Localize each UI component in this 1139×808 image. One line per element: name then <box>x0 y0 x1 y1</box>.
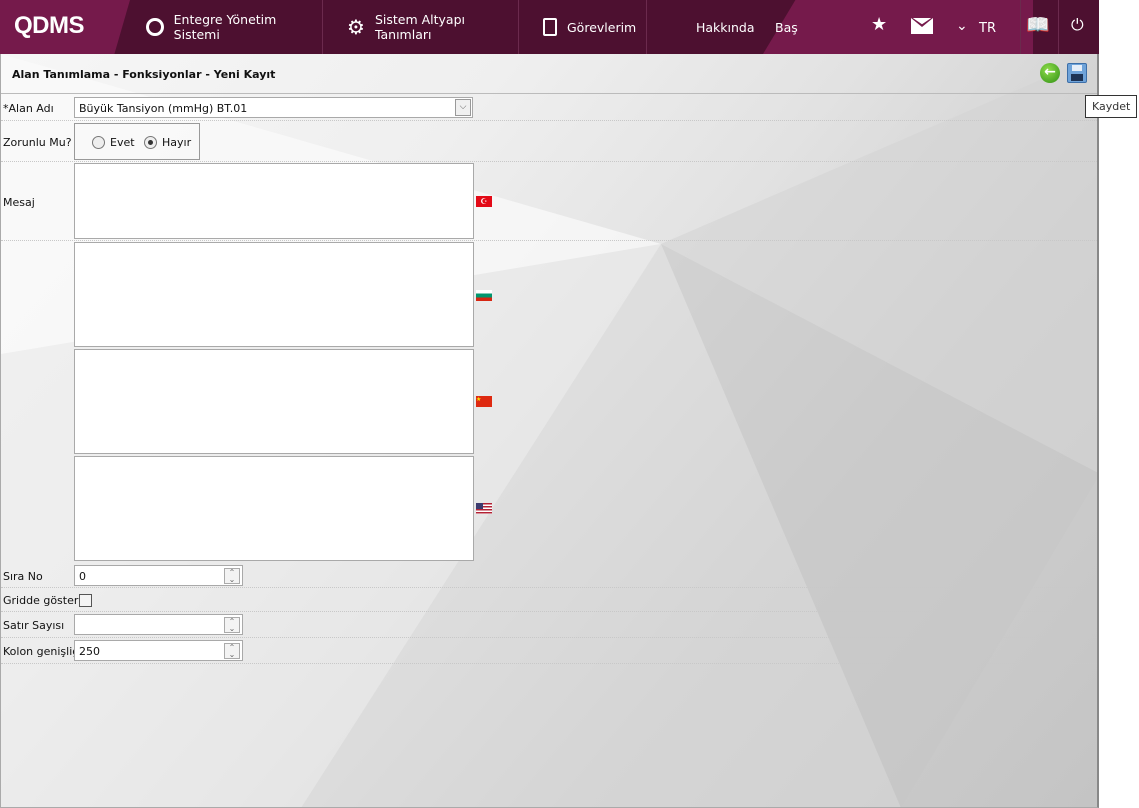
sira-no-value: 0 <box>79 570 86 583</box>
back-arrow-icon[interactable]: ← <box>1040 63 1060 83</box>
evet-radio[interactable] <box>92 136 105 149</box>
star-icon[interactable]: ★ <box>871 14 887 35</box>
kolon-value: 250 <box>79 645 100 658</box>
mesaj-bg-textarea[interactable] <box>74 242 474 347</box>
kolon-input[interactable]: 250 ⌃ ⌄ <box>74 640 243 661</box>
nav-sistem-altyapi[interactable]: ⚙ Sistem Altyapı Tanımları <box>323 0 519 54</box>
hayir-label: Hayır <box>162 136 192 149</box>
qdms-logo[interactable]: QDMS <box>14 12 85 40</box>
nav-gorevlerim[interactable]: Görevlerim <box>519 0 647 54</box>
language-selector[interactable]: TR <box>979 21 996 36</box>
chevron-down-icon[interactable]: ⌄ <box>956 18 968 34</box>
start-link[interactable]: Baş <box>775 20 798 35</box>
satir-label: Satır Sayısı <box>3 619 65 632</box>
hayir-radio[interactable] <box>144 136 157 149</box>
top-navbar: QDMS Entegre Yönetim Sistemi ⚙ Sistem Al… <box>0 0 1099 54</box>
mesaj-cn-textarea[interactable] <box>74 349 474 454</box>
spinner-icon[interactable]: ⌃ ⌄ <box>224 568 240 584</box>
divider <box>1058 0 1059 54</box>
page-title: Alan Tanımlama - Fonksiyonlar - Yeni Kay… <box>12 68 276 81</box>
bulgaria-flag-icon <box>476 290 492 301</box>
nav-label: Görevlerim <box>567 19 637 35</box>
nav-entegre[interactable]: Entegre Yönetim Sistemi <box>122 0 323 54</box>
zorunlu-label: Zorunlu Mu? <box>3 136 72 149</box>
about-link[interactable]: Hakkında <box>696 20 755 35</box>
gridde-checkbox[interactable] <box>79 594 92 607</box>
turkey-flag-icon: ☪ <box>476 196 492 207</box>
alan-adi-value: Büyük Tansiyon (mmHg) BT.01 <box>79 102 248 115</box>
us-flag-icon <box>476 503 492 514</box>
mesaj-label: Mesaj <box>3 196 35 209</box>
q-logo-icon <box>146 18 164 36</box>
china-flag-icon: ★ <box>476 396 492 407</box>
nav-label: Sistem Altyapı Tanımları <box>374 12 465 42</box>
divider <box>1020 0 1021 54</box>
evet-label: Evet <box>110 136 135 149</box>
kolon-label: Kolon genişliği <box>3 645 83 658</box>
mail-icon[interactable] <box>911 18 933 34</box>
tooltip: Kaydet <box>1085 95 1138 118</box>
manual-book-icon[interactable]: 📖 <box>1026 13 1050 36</box>
gear-icon: ⚙ <box>347 15 365 39</box>
clipboard-icon <box>543 18 557 36</box>
spinner-icon[interactable]: ⌃ ⌄ <box>224 617 240 633</box>
mesaj-tr-textarea[interactable] <box>74 163 474 239</box>
zorunlu-radio-group: Evet Hayır <box>74 123 200 160</box>
sira-no-label: Sıra No <box>3 570 43 583</box>
save-disk-icon[interactable] <box>1067 63 1087 83</box>
spinner-icon[interactable]: ⌃ ⌄ <box>224 643 240 659</box>
alan-adi-select[interactable]: Büyük Tansiyon (mmHg) BT.01 ⌵ <box>74 97 473 118</box>
sira-no-input[interactable]: 0 ⌃ ⌄ <box>74 565 243 586</box>
chevron-down-icon[interactable]: ⌵ <box>455 99 471 116</box>
mesaj-en-textarea[interactable] <box>74 456 474 561</box>
gridde-label: Gridde göster <box>3 594 79 607</box>
nav-label: Entegre Yönetim Sistemi <box>173 12 277 42</box>
power-icon[interactable]: ⏻ <box>1071 15 1084 35</box>
satir-input[interactable]: ⌃ ⌄ <box>74 614 243 635</box>
alan-adi-label: *Alan Adı <box>3 102 54 115</box>
